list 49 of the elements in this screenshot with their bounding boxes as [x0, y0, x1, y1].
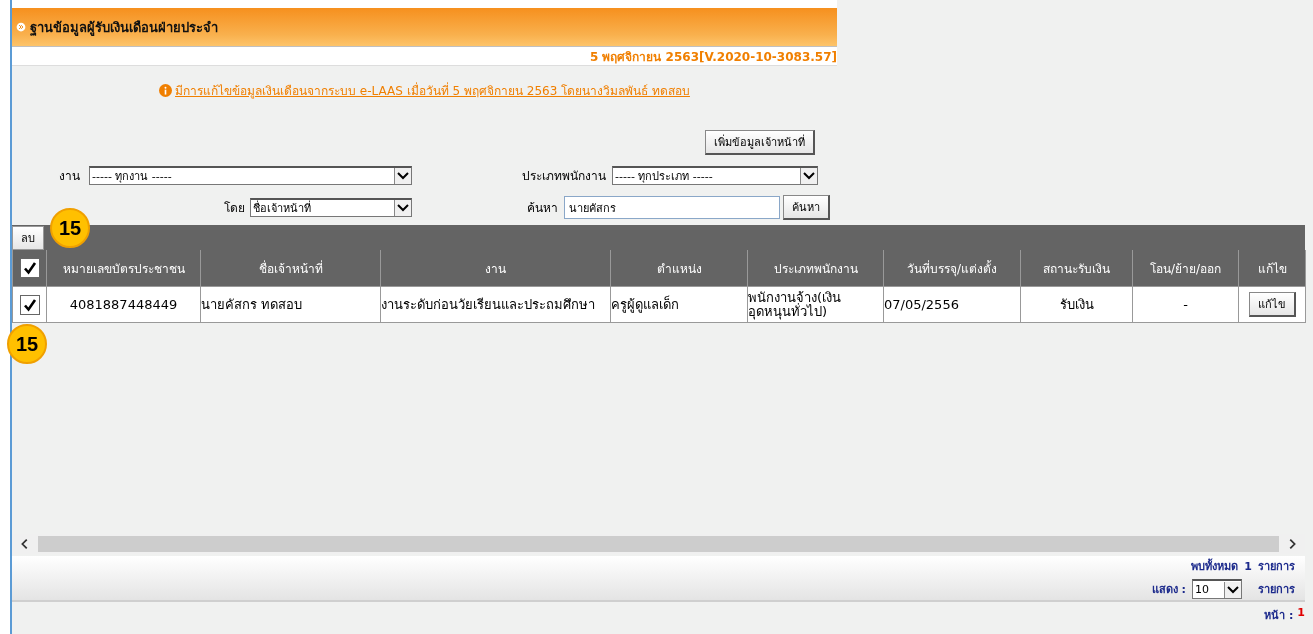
page-size-label: แสดง : [1151, 582, 1186, 598]
dropdown-caret-icon [394, 168, 411, 184]
work-dropdown[interactable]: ----- ทุกงาน ----- [89, 166, 412, 185]
delete-button[interactable]: ลบ [12, 226, 44, 250]
search-field[interactable]: นายคัสกร [564, 196, 780, 219]
search-button[interactable]: ค้นหา [783, 195, 830, 220]
check-icon [21, 260, 38, 276]
column-header: หมายเลขบัตรประชาชน [62, 261, 185, 276]
version-text: 5 พฤศจิกายน 2563[V.2020-10-3083.57] [589, 48, 837, 66]
column-header: งาน [485, 261, 506, 276]
info-icon [159, 83, 173, 97]
filter-label: ค้นหา [526, 200, 558, 217]
table-cell: นายคัสกร ทดสอบ [201, 296, 303, 312]
callout-badge: 15 [7, 324, 47, 364]
total-label: พบทั้งหมด [1191, 557, 1239, 575]
column-header: แก้ไข [1257, 261, 1287, 276]
page-number: 1 [1297, 606, 1305, 621]
page-size-dropdown[interactable]: 10 [1192, 579, 1242, 599]
dropdown-caret-icon [394, 200, 411, 216]
table-cell: พนักงานจ้าง(เงินอุดหนุนทั่วไป) [748, 289, 842, 319]
filter-label: ประเภทพนักงาน [521, 168, 606, 185]
column-header: วันที่บรรจุ/แต่งตั้ง [906, 261, 997, 276]
search-by-dropdown[interactable]: ชื่อเจ้าหน้าที่ [250, 198, 412, 217]
table-cell: รับเงิน [1059, 296, 1094, 312]
dropdown-caret-icon [800, 168, 817, 184]
edit-button[interactable]: แก้ไข [1248, 292, 1296, 317]
filter-label: โดย [223, 200, 245, 217]
staff-type-dropdown[interactable]: ----- ทุกประเภท ----- [612, 166, 818, 185]
unit-label: รายการ [1258, 559, 1295, 575]
table-cell: 4081887448449 [69, 296, 178, 312]
column-header: ตำแหน่ง [656, 261, 702, 276]
column-header: ชื่อเจ้าหน้าที่ [258, 261, 323, 276]
table-cell: 07/05/2556 [884, 296, 959, 312]
unit-label: รายการ [1258, 582, 1295, 598]
add-staff-button[interactable]: เพิ่มข้อมูลเจ้าหน้าที่ [705, 130, 815, 155]
chevron-icon [16, 22, 26, 32]
column-header: โอน/ย้าย/ออก [1149, 261, 1222, 276]
table-cell: งานระดับก่อนวัยเรียนและประถมศึกษา [381, 296, 595, 312]
total-count: 1 [1244, 559, 1252, 573]
filter-label: งาน [58, 168, 80, 185]
table-cell: - [1183, 296, 1188, 312]
dropdown-caret-icon [1224, 581, 1241, 598]
select-all-checkbox[interactable] [19, 258, 40, 278]
row-checkbox[interactable] [19, 294, 40, 315]
page-title: ฐานข้อมูลผู้รับเงินเดือนฝ่ายประจำ [30, 18, 218, 38]
column-header: สถานะรับเงิน [1043, 261, 1110, 276]
page-label: หน้า : [1264, 608, 1294, 624]
table-cell: ครูผู้ดูแลเด็ก [611, 296, 679, 312]
column-header: ประเภทพนักงาน [773, 261, 858, 276]
